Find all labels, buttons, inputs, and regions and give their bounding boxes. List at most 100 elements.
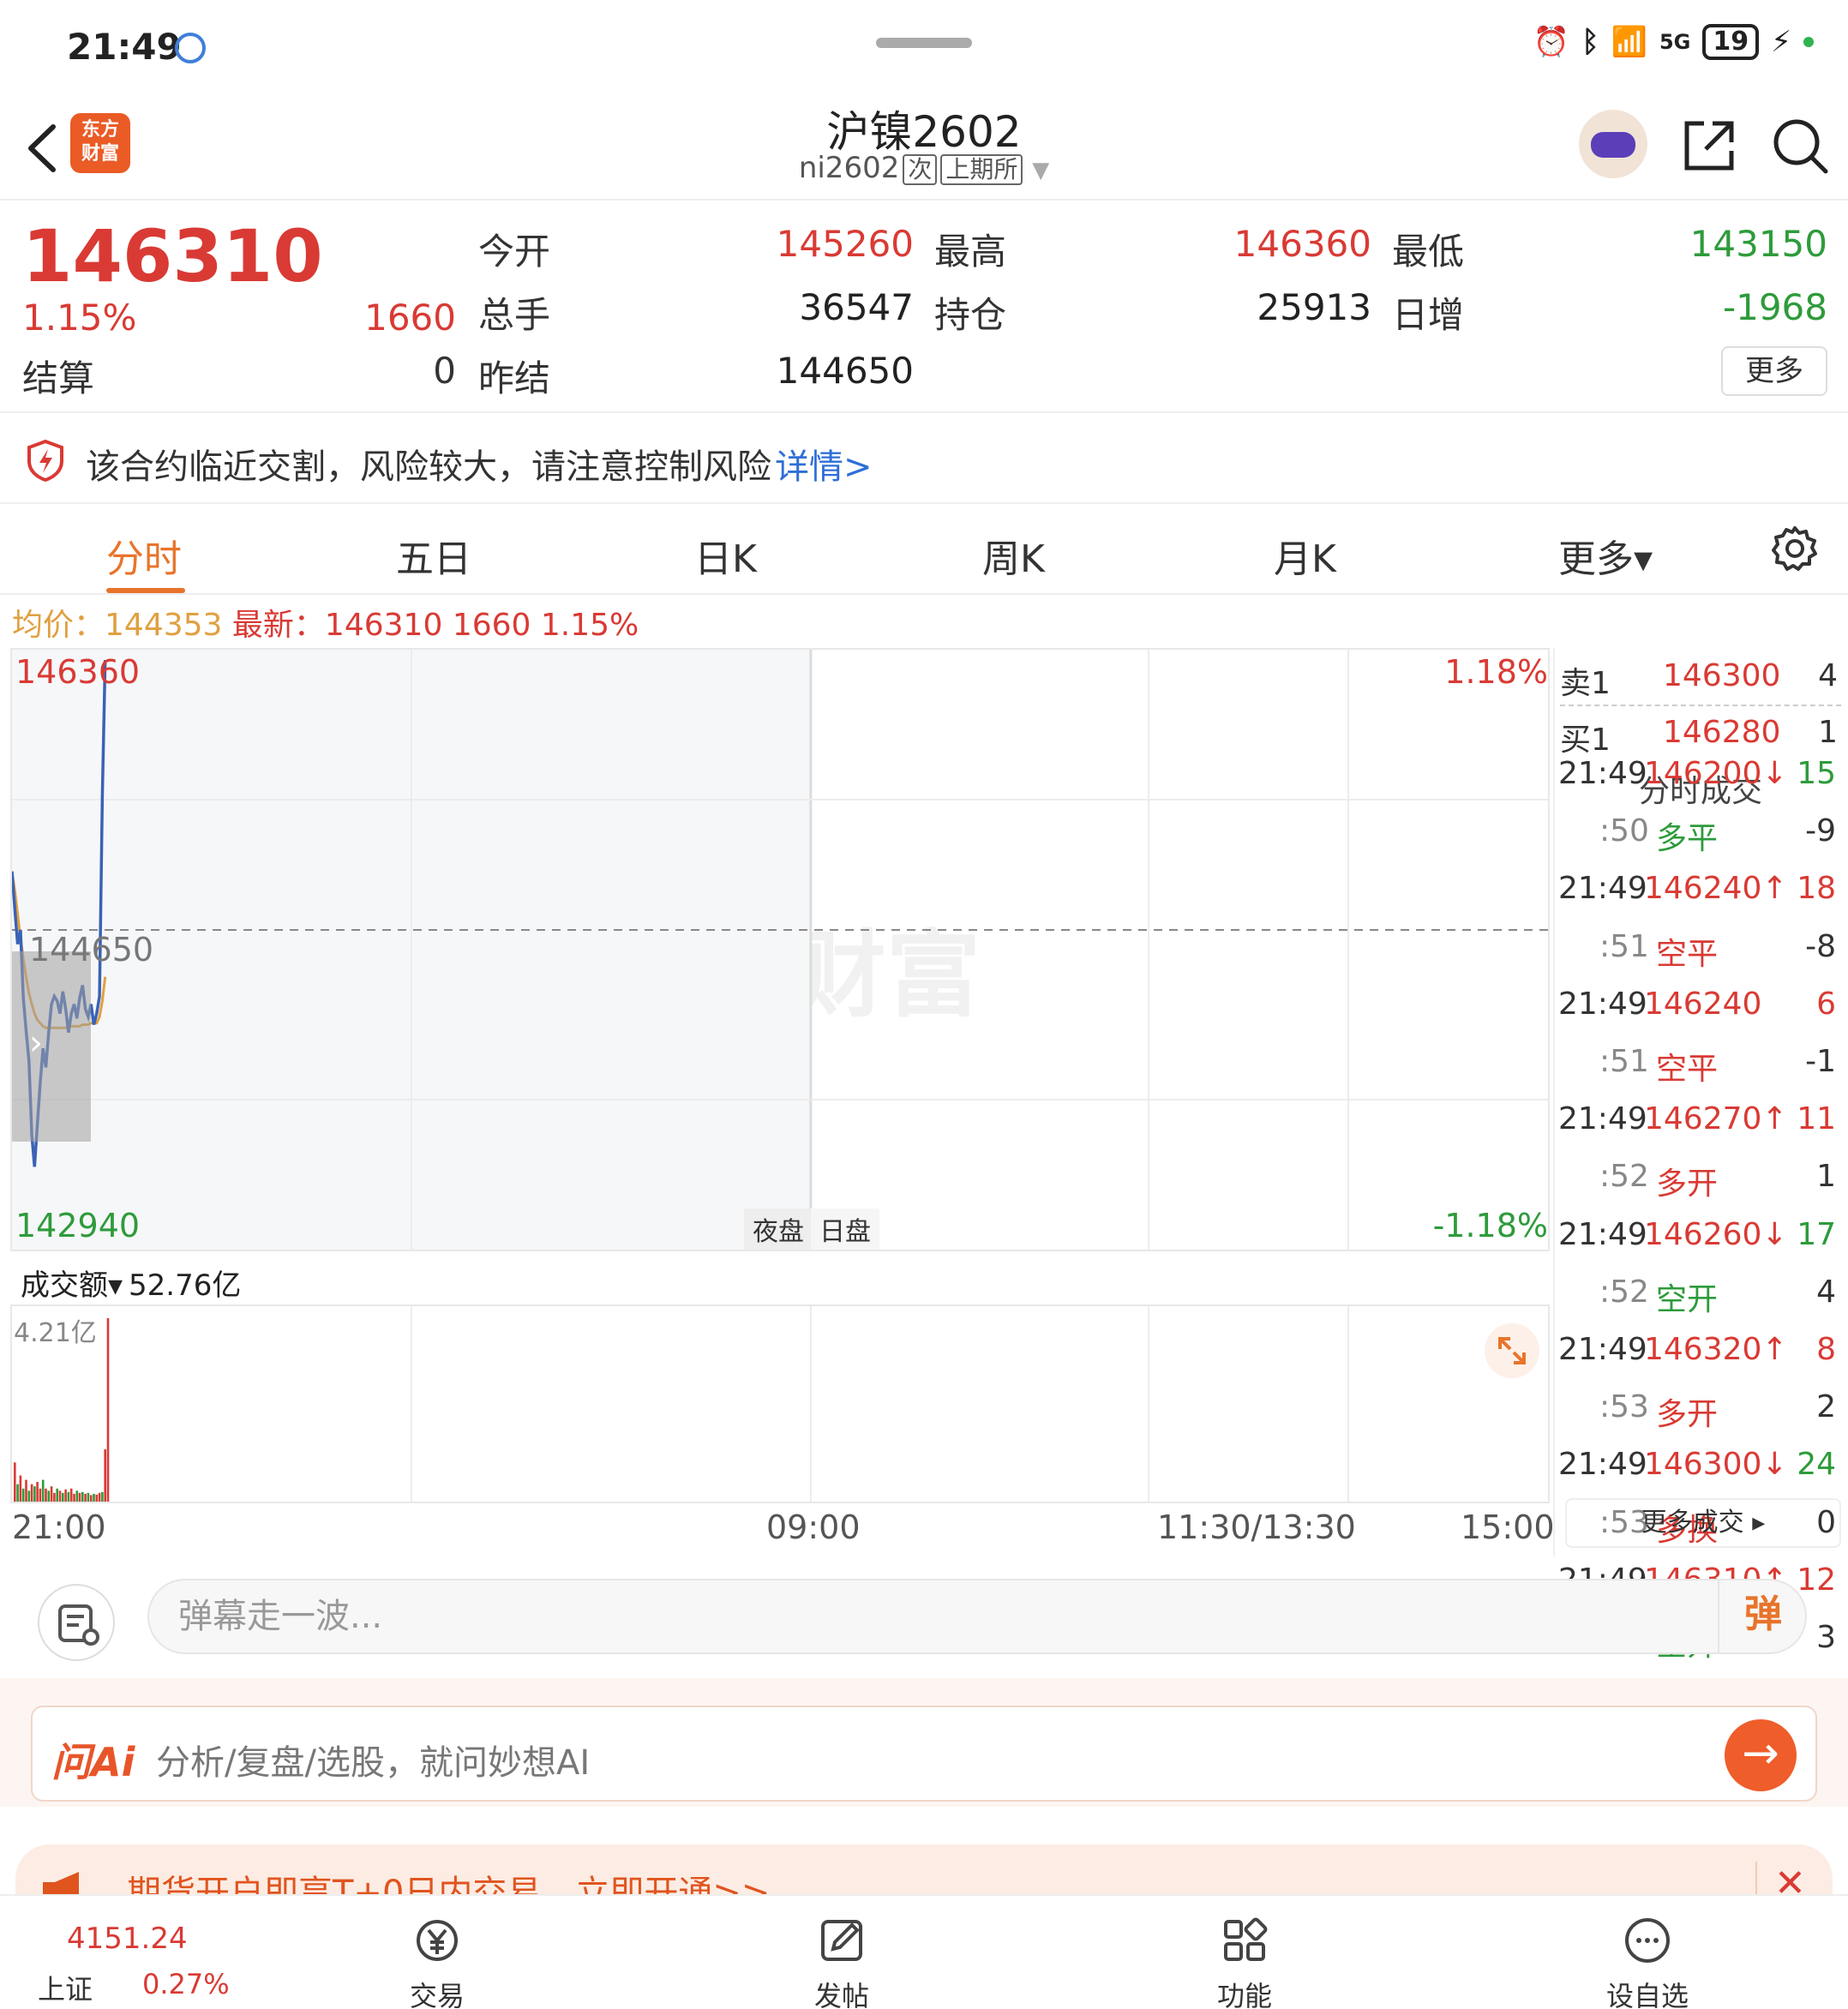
- time-label-start: 21:00: [12, 1508, 106, 1546]
- volume-bar: [19, 1475, 22, 1502]
- volume-bar: [30, 1484, 33, 1502]
- price-info-line: 均价：144353 最新：146310 1660 1.15%: [12, 600, 639, 645]
- tick-time: :52: [1599, 1274, 1649, 1310]
- comment-settings-icon[interactable]: [38, 1584, 115, 1661]
- grid-icon: [1224, 1917, 1268, 1961]
- tab-weekly-k[interactable]: 周K: [982, 528, 1045, 583]
- tab-more[interactable]: 更多▾: [1558, 528, 1653, 583]
- tick-time: :52: [1599, 1159, 1649, 1195]
- tick-price: 多开: [1656, 1166, 1719, 1202]
- volume-bar: [101, 1491, 104, 1502]
- drag-handle[interactable]: [876, 38, 972, 48]
- tab-monthly-k[interactable]: 月K: [1274, 528, 1336, 583]
- ai-prompt-text: 分析/复盘/选股，就问妙想AI: [156, 1743, 591, 1783]
- nav-watchlist[interactable]: 设自选: [1579, 1913, 1716, 2009]
- tick-time: :50: [1599, 813, 1649, 849]
- status-icons: ⏰ ᛒ 📶 5G 19 ⚡: [1533, 24, 1814, 60]
- time-axis: 21:00 09:00 11:30/13:30 15:00: [10, 1505, 1555, 1548]
- tick-price: 146270↑: [1644, 1101, 1788, 1137]
- high-value: 146360: [1233, 223, 1371, 265]
- time-label-end: 15:00: [1461, 1508, 1555, 1546]
- tick-row: :50 多平 -9: [1555, 813, 1846, 856]
- bluetooth-icon: ᛒ: [1581, 25, 1599, 59]
- book-divider: [1560, 705, 1841, 706]
- expand-icon[interactable]: [1485, 1323, 1539, 1378]
- prev-settle-value: 144650: [776, 350, 914, 392]
- tab-five-day[interactable]: 五日: [396, 528, 471, 583]
- nav-functions[interactable]: 功能: [1176, 1913, 1313, 2009]
- contract-subtitle[interactable]: ni2602 次上期所 ▼: [0, 151, 1848, 185]
- ask-row: 卖1 146300 4: [1555, 658, 1846, 701]
- chart-tabs: 分时 五日 日K 周K 月K 更多▾: [0, 506, 1848, 595]
- charging-icon: ⚡: [1771, 25, 1791, 59]
- edit-icon: [821, 1920, 862, 1961]
- latest-label: 最新：: [231, 608, 325, 643]
- nav-trade[interactable]: 交易: [369, 1913, 506, 2009]
- volume-bar: [89, 1495, 93, 1502]
- nav-post-label: 发帖: [813, 1980, 869, 2009]
- wifi-icon: 📶: [1611, 25, 1647, 59]
- nav-post[interactable]: 发帖: [773, 1913, 910, 2009]
- oi-change-value: -1968: [1722, 286, 1827, 328]
- oi-change-label: 日增: [1392, 294, 1465, 336]
- latest-change: 1660: [452, 608, 531, 643]
- danmu-button[interactable]: 弹: [1718, 1579, 1807, 1654]
- danmu-input[interactable]: 弹幕走一波...: [147, 1579, 1807, 1654]
- high-label: 最高: [934, 231, 1007, 273]
- volume-chart: 4.21亿: [10, 1304, 1550, 1503]
- volume-bar: [58, 1490, 62, 1502]
- more-quote-button[interactable]: 更多: [1721, 346, 1827, 396]
- volume-bar: [36, 1482, 39, 1502]
- index-value: 4151.24: [67, 1922, 188, 1956]
- share-icon[interactable]: [1678, 115, 1740, 177]
- tick-time: 21:49: [1558, 1447, 1647, 1483]
- tick-price: 多开: [1656, 1397, 1719, 1433]
- app-notification-icon: [175, 33, 206, 63]
- tab-intraday[interactable]: 分时: [106, 528, 182, 583]
- avg-label: 均价：: [12, 608, 105, 643]
- exchange-tag: 上期所: [940, 153, 1023, 185]
- tick-price: 空平: [1656, 936, 1719, 972]
- contract-code: ni2602: [798, 151, 900, 185]
- tab-daily-k[interactable]: 日K: [694, 528, 757, 583]
- tick-price: 空开: [1656, 1281, 1719, 1317]
- volume-bar: [50, 1486, 53, 1502]
- more-trades-button[interactable]: 更多成交 ▸: [1565, 1498, 1841, 1548]
- tick-time: 21:49: [1558, 1101, 1647, 1137]
- tick-time: 21:49: [1558, 986, 1647, 1022]
- volume-bar: [98, 1492, 101, 1502]
- comment-bar: 弹幕走一波... 弹: [0, 1560, 1848, 1675]
- volume-bar: [93, 1493, 95, 1502]
- notice-text: 该合约临近交割，风险较大，请注意控制风险: [86, 447, 771, 487]
- gear-icon[interactable]: [1769, 523, 1821, 574]
- status-bar: 21:49 ⏰ ᛒ 📶 5G 19 ⚡: [0, 0, 1848, 94]
- volume-bar: [78, 1492, 81, 1502]
- volume-bar: [39, 1488, 42, 1502]
- night-session-label[interactable]: 夜盘: [744, 1208, 813, 1250]
- ai-submit-arrow-icon[interactable]: →: [1725, 1719, 1797, 1791]
- index-ticker[interactable]: 4151.24 上证 0.27%: [0, 1896, 240, 2009]
- volume-bar: [16, 1484, 19, 1502]
- alarm-icon: ⏰: [1533, 25, 1570, 59]
- change-amount: 1660: [364, 297, 456, 339]
- active-tab-indicator: [106, 588, 185, 593]
- intraday-chart[interactable]: 东方财富 › 146360 142940 1.18% -1.18% 144650…: [10, 648, 1550, 1251]
- tick-row: 21:49 146200↓ 15: [1555, 756, 1846, 799]
- status-time: 21:49: [67, 26, 182, 68]
- risk-notice[interactable]: 该合约临近交割，风险较大，请注意控制风险 详情>: [0, 415, 1848, 504]
- tick-qty: 18: [1797, 871, 1836, 907]
- day-session-label[interactable]: 日盘: [811, 1208, 879, 1250]
- volume-bar: [21, 1488, 25, 1502]
- volume-type-select[interactable]: 成交额▾: [21, 1262, 123, 1304]
- tick-price: 146240↑: [1644, 871, 1788, 907]
- volume-max-label: 4.21亿: [14, 1318, 97, 1348]
- tick-qty: 15: [1797, 756, 1836, 791]
- chart-scroll-handle[interactable]: ›: [12, 951, 91, 1142]
- notice-details-link[interactable]: 详情>: [775, 439, 873, 489]
- search-icon[interactable]: [1767, 113, 1833, 178]
- volume-bar: [67, 1491, 70, 1502]
- header: 东方 财富 沪镍2602 ni2602 次上期所 ▼: [0, 94, 1848, 201]
- ai-robot-icon[interactable]: [1579, 110, 1647, 178]
- ai-search-bar[interactable]: 问Ai 分析/复盘/选股，就问妙想AI →: [31, 1706, 1817, 1802]
- volume-bar: [104, 1449, 106, 1502]
